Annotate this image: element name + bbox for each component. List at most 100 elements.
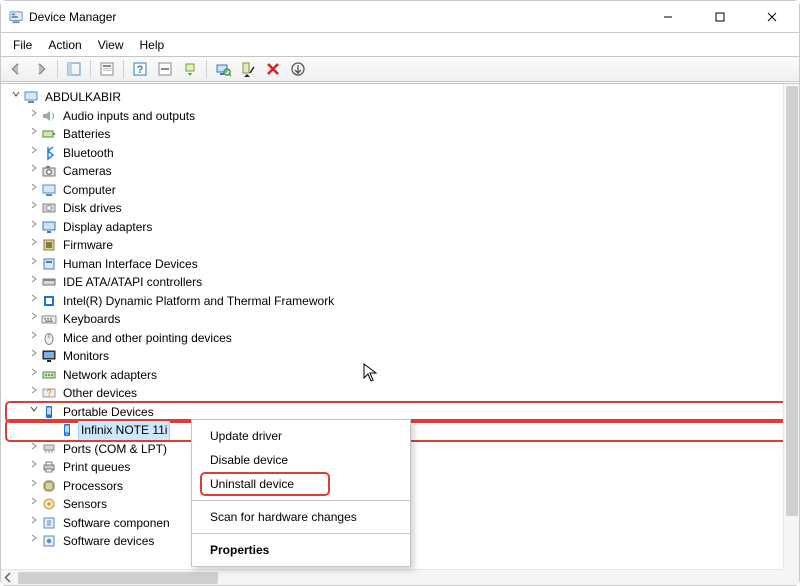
ctx-uninstall-device[interactable]: Uninstall device — [192, 472, 410, 496]
minimize-button[interactable] — [645, 1, 691, 33]
rename-button[interactable] — [154, 59, 176, 79]
category-ide[interactable]: IDE ATA/ATAPI controllers — [9, 273, 799, 292]
ctx-separator — [192, 533, 410, 534]
expand-icon[interactable] — [27, 199, 41, 218]
category-bluetooth[interactable]: Bluetooth — [9, 144, 799, 163]
disable-device-button[interactable] — [237, 59, 259, 79]
window-title: Device Manager — [29, 10, 639, 24]
swd-icon — [41, 533, 57, 549]
category-battery[interactable]: Batteries — [9, 125, 799, 144]
add-legacy-hardware-button[interactable] — [287, 59, 309, 79]
menu-view[interactable]: View — [90, 35, 132, 55]
mouse-icon — [41, 330, 57, 346]
tree-node-label: Monitors — [61, 347, 111, 366]
intel-icon — [41, 293, 57, 309]
tree-node-label: Disk drives — [61, 199, 124, 218]
expand-icon[interactable] — [27, 144, 41, 163]
ctx-disable-device[interactable]: Disable device — [192, 448, 410, 472]
toolbar: ? — [1, 56, 799, 82]
svg-text:?: ? — [137, 64, 144, 76]
keyboard-icon — [41, 311, 57, 327]
expand-icon[interactable] — [27, 273, 41, 292]
scrollbar-corner — [783, 569, 799, 585]
expand-icon[interactable] — [27, 292, 41, 311]
scan-hardware-button[interactable] — [212, 59, 234, 79]
expand-icon[interactable] — [27, 366, 41, 385]
printer-icon — [41, 459, 57, 475]
category-keyboard[interactable]: Keyboards — [9, 310, 799, 329]
uninstall-device-button[interactable] — [262, 59, 284, 79]
scroll-thumb[interactable] — [786, 86, 798, 516]
menu-action[interactable]: Action — [40, 35, 89, 55]
ide-icon — [41, 274, 57, 290]
horizontal-scrollbar[interactable] — [1, 569, 783, 585]
category-firmware[interactable]: Firmware — [9, 236, 799, 255]
close-button[interactable] — [749, 1, 795, 33]
expand-icon[interactable] — [27, 532, 41, 551]
disk-icon — [41, 200, 57, 216]
tree-node-label: Portable Devices — [61, 403, 156, 422]
camera-icon — [41, 163, 57, 179]
category-other[interactable]: ?Other devices — [9, 384, 799, 403]
properties-button[interactable] — [96, 59, 118, 79]
category-camera[interactable]: Cameras — [9, 162, 799, 181]
tree-node-label: Infinix NOTE 11i — [79, 421, 169, 440]
category-network[interactable]: Network adapters — [9, 366, 799, 385]
tree-node-label: Print queues — [61, 458, 132, 477]
tree-node-label: Sensors — [61, 495, 109, 514]
category-intel[interactable]: Intel(R) Dynamic Platform and Thermal Fr… — [9, 292, 799, 311]
expand-icon[interactable] — [27, 329, 41, 348]
forward-button[interactable] — [30, 59, 52, 79]
tree-node-label: Ports (COM & LPT) — [61, 440, 169, 459]
expand-icon[interactable] — [27, 347, 41, 366]
tree-node-label: Other devices — [61, 384, 139, 403]
expand-icon[interactable] — [27, 495, 41, 514]
expand-icon[interactable] — [27, 458, 41, 477]
root-computer-node[interactable]: ABDULKABIR — [9, 88, 799, 107]
category-hid[interactable]: Human Interface Devices — [9, 255, 799, 274]
ctx-scan-hardware[interactable]: Scan for hardware changes — [192, 505, 410, 529]
ctx-update-driver[interactable]: Update driver — [192, 424, 410, 448]
menu-help[interactable]: Help — [132, 35, 173, 55]
maximize-button[interactable] — [697, 1, 743, 33]
tree-node-label: Human Interface Devices — [61, 255, 200, 274]
category-mouse[interactable]: Mice and other pointing devices — [9, 329, 799, 348]
category-speaker[interactable]: Audio inputs and outputs — [9, 107, 799, 126]
computer-icon — [23, 89, 39, 105]
computer-icon — [41, 182, 57, 198]
category-computer[interactable]: Computer — [9, 181, 799, 200]
show-hide-tree-button[interactable] — [63, 59, 85, 79]
expand-icon[interactable] — [27, 236, 41, 255]
help-button[interactable]: ? — [129, 59, 151, 79]
scroll-left-icon[interactable] — [1, 570, 16, 585]
expand-icon[interactable] — [27, 384, 41, 403]
expand-icon[interactable] — [27, 181, 41, 200]
expand-icon[interactable] — [27, 514, 41, 533]
collapse-icon[interactable] — [9, 88, 23, 107]
menu-file[interactable]: File — [5, 35, 40, 55]
context-menu: Update driver Disable device Uninstall d… — [191, 419, 411, 567]
expand-icon[interactable] — [27, 107, 41, 126]
category-disk[interactable]: Disk drives — [9, 199, 799, 218]
expand-icon[interactable] — [27, 477, 41, 496]
toolbar-separator — [206, 60, 207, 78]
expand-icon[interactable] — [27, 310, 41, 329]
scroll-thumb[interactable] — [18, 572, 218, 584]
update-driver-button[interactable] — [179, 59, 201, 79]
expand-icon[interactable] — [27, 162, 41, 181]
category-display[interactable]: Display adapters — [9, 218, 799, 237]
expand-icon[interactable] — [27, 125, 41, 144]
expand-icon[interactable] — [27, 440, 41, 459]
swc-icon — [41, 515, 57, 531]
expand-icon[interactable] — [27, 255, 41, 274]
expand-icon[interactable] — [27, 218, 41, 237]
cpu-icon — [41, 478, 57, 494]
category-monitor[interactable]: Monitors — [9, 347, 799, 366]
ctx-properties[interactable]: Properties — [192, 538, 410, 562]
sensor-icon — [41, 496, 57, 512]
vertical-scrollbar[interactable] — [783, 84, 799, 569]
back-button[interactable] — [5, 59, 27, 79]
collapse-icon[interactable] — [27, 403, 41, 422]
tree-node-label: Cameras — [61, 162, 114, 181]
toolbar-separator — [57, 60, 58, 78]
